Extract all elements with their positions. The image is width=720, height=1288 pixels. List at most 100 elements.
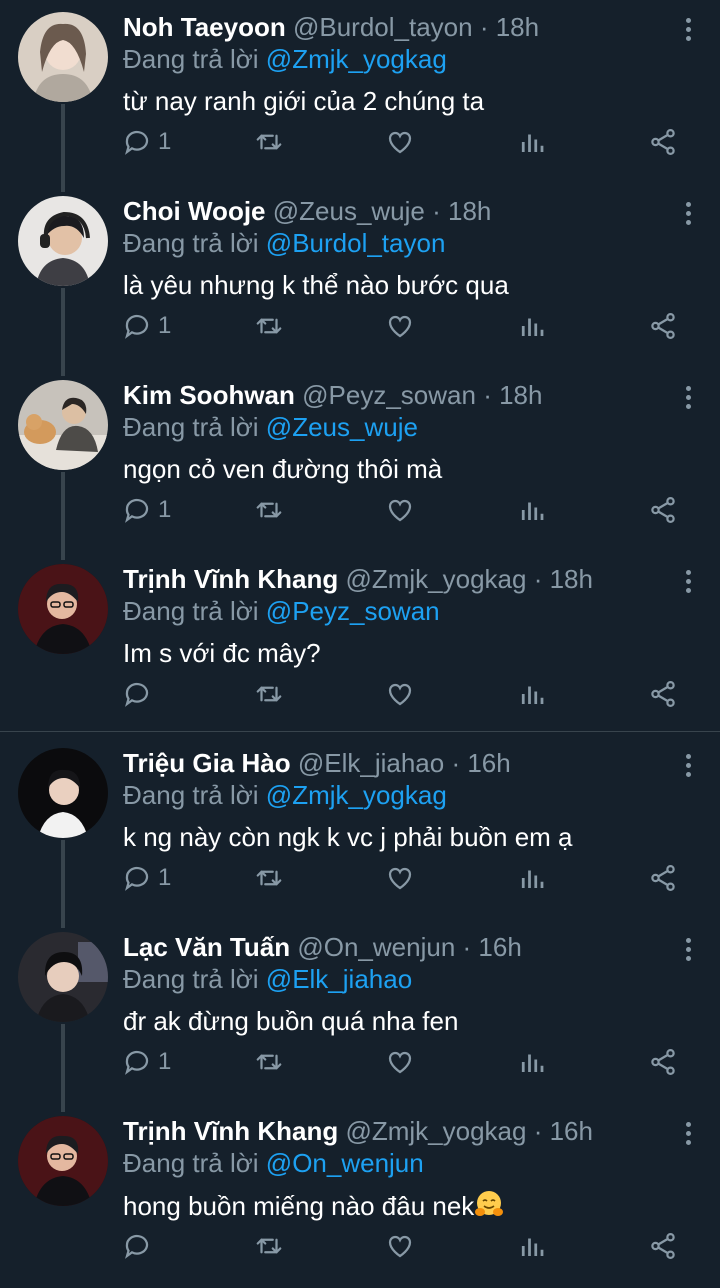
analytics-button[interactable] bbox=[517, 490, 547, 530]
like-button[interactable] bbox=[385, 490, 415, 530]
analytics-button[interactable] bbox=[517, 1226, 547, 1266]
share-button[interactable] bbox=[648, 306, 678, 346]
more-options-icon[interactable] bbox=[684, 18, 692, 44]
analytics-button[interactable] bbox=[517, 1042, 547, 1082]
reply-count: 1 bbox=[158, 312, 172, 339]
retweet-button[interactable] bbox=[254, 122, 284, 162]
mention-link[interactable]: @Zmjk_yogkag bbox=[266, 44, 447, 74]
avatar[interactable] bbox=[18, 932, 108, 1022]
like-button[interactable] bbox=[385, 122, 415, 162]
mention-link[interactable]: @Elk_jiahao bbox=[266, 964, 412, 994]
author-name[interactable]: Trịnh Vĩnh Khang bbox=[123, 1116, 338, 1146]
timestamp[interactable]: · 18h bbox=[534, 564, 593, 594]
share-button[interactable] bbox=[648, 858, 678, 898]
analytics-icon bbox=[521, 686, 544, 704]
tweet-text: Im s với đc mây? bbox=[123, 638, 321, 668]
more-options-icon[interactable] bbox=[684, 938, 692, 964]
reply-button[interactable]: 1 bbox=[122, 858, 171, 898]
tweet[interactable]: Trịnh Vĩnh Khang @Zmjk_yogkag · 16h Đang… bbox=[0, 1104, 720, 1288]
retweet-button[interactable] bbox=[254, 490, 284, 530]
retweet-button[interactable] bbox=[254, 1042, 284, 1082]
author-name[interactable]: Trịnh Vĩnh Khang bbox=[123, 564, 338, 594]
more-options-icon[interactable] bbox=[684, 202, 692, 228]
retweet-button[interactable] bbox=[254, 674, 284, 714]
more-options-icon[interactable] bbox=[684, 1122, 692, 1148]
reply-button[interactable] bbox=[122, 674, 158, 714]
avatar[interactable] bbox=[18, 380, 108, 470]
author-name[interactable]: Lạc Văn Tuấn bbox=[123, 932, 290, 962]
reply-count: 1 bbox=[158, 496, 172, 523]
action-bar: 1 bbox=[122, 1042, 680, 1082]
analytics-button[interactable] bbox=[517, 858, 547, 898]
author-handle: @Burdol_tayon bbox=[292, 12, 473, 42]
share-button[interactable] bbox=[648, 490, 678, 530]
share-button[interactable] bbox=[648, 1226, 678, 1266]
like-button[interactable] bbox=[385, 674, 415, 714]
reply-prefix: Đang trả lời bbox=[123, 44, 259, 74]
more-options-icon[interactable] bbox=[684, 754, 692, 780]
mention-link[interactable]: @Peyz_sowan bbox=[266, 596, 440, 626]
tweet[interactable]: Lạc Văn Tuấn @On_wenjun · 16h Đang trả l… bbox=[0, 920, 720, 1104]
more-options-icon[interactable] bbox=[684, 386, 692, 412]
reply-button[interactable]: 1 bbox=[122, 490, 171, 530]
like-button[interactable] bbox=[385, 858, 415, 898]
tweet-text: k ng này còn ngk k vc j phải buồn em ạ bbox=[123, 822, 573, 852]
retweet-icon bbox=[256, 870, 282, 886]
timestamp[interactable]: · 18h bbox=[432, 196, 491, 226]
reply-button[interactable] bbox=[122, 1226, 158, 1266]
retweet-button[interactable] bbox=[254, 1226, 284, 1266]
reply-count: 1 bbox=[158, 864, 172, 891]
tweet[interactable]: Choi Wooje @Zeus_wuje · 18h Đang trả lời… bbox=[0, 184, 720, 368]
tweet[interactable]: Noh Taeyoon @Burdol_tayon · 18h Đang trả… bbox=[0, 0, 720, 184]
action-bar: 1 bbox=[122, 306, 680, 346]
tweet[interactable]: Triệu Gia Hào @Elk_jiahao · 16h Đang trả… bbox=[0, 736, 720, 920]
share-button[interactable] bbox=[648, 674, 678, 714]
share-button[interactable] bbox=[648, 1042, 678, 1082]
timestamp[interactable]: · 16h bbox=[534, 1116, 593, 1146]
retweet-button[interactable] bbox=[254, 306, 284, 346]
author-name[interactable]: Noh Taeyoon bbox=[123, 12, 286, 42]
like-icon bbox=[388, 499, 412, 522]
avatar[interactable] bbox=[18, 196, 108, 286]
author-name[interactable]: Choi Wooje bbox=[123, 196, 266, 226]
avatar[interactable] bbox=[18, 1116, 108, 1206]
hugging-face-emoji bbox=[475, 1191, 504, 1216]
action-bar: 1 bbox=[122, 122, 680, 162]
mention-link[interactable]: @Zeus_wuje bbox=[266, 412, 418, 442]
avatar[interactable] bbox=[18, 12, 108, 102]
retweet-icon bbox=[256, 1054, 282, 1070]
avatar[interactable] bbox=[18, 748, 108, 838]
timestamp[interactable]: · 18h bbox=[480, 12, 539, 42]
timestamp[interactable]: · 18h bbox=[483, 380, 542, 410]
reply-button[interactable]: 1 bbox=[122, 1042, 171, 1082]
mention-link[interactable]: @Zmjk_yogkag bbox=[266, 780, 447, 810]
reply-icon bbox=[125, 314, 149, 339]
share-icon bbox=[651, 681, 675, 707]
analytics-button[interactable] bbox=[517, 306, 547, 346]
reply-button[interactable]: 1 bbox=[122, 306, 171, 346]
reply-icon bbox=[125, 866, 149, 891]
retweet-button[interactable] bbox=[254, 858, 284, 898]
more-options-icon[interactable] bbox=[684, 570, 692, 596]
share-icon bbox=[651, 497, 675, 523]
avatar[interactable] bbox=[18, 564, 108, 654]
tweet[interactable]: Kim Soohwan @Peyz_sowan · 18h Đang trả l… bbox=[0, 368, 720, 552]
author-name[interactable]: Kim Soohwan bbox=[123, 380, 295, 410]
like-button[interactable] bbox=[385, 306, 415, 346]
share-button[interactable] bbox=[648, 122, 678, 162]
mention-link[interactable]: @Burdol_tayon bbox=[266, 228, 446, 258]
like-button[interactable] bbox=[385, 1226, 415, 1266]
reply-context: Đang trả lời @Burdol_tayon bbox=[123, 227, 670, 259]
tweet[interactable]: Trịnh Vĩnh Khang @Zmjk_yogkag · 18h Đang… bbox=[0, 552, 720, 736]
timestamp[interactable]: · 16h bbox=[463, 932, 522, 962]
analytics-button[interactable] bbox=[517, 674, 547, 714]
action-bar bbox=[122, 674, 680, 714]
analytics-button[interactable] bbox=[517, 122, 547, 162]
mention-link[interactable]: @On_wenjun bbox=[266, 1148, 424, 1178]
timestamp[interactable]: · 16h bbox=[451, 748, 510, 778]
like-icon bbox=[388, 867, 412, 890]
author-handle: @Zmjk_yogkag bbox=[345, 564, 527, 594]
like-button[interactable] bbox=[385, 1042, 415, 1082]
reply-button[interactable]: 1 bbox=[122, 122, 171, 162]
author-name[interactable]: Triệu Gia Hào bbox=[123, 748, 291, 778]
